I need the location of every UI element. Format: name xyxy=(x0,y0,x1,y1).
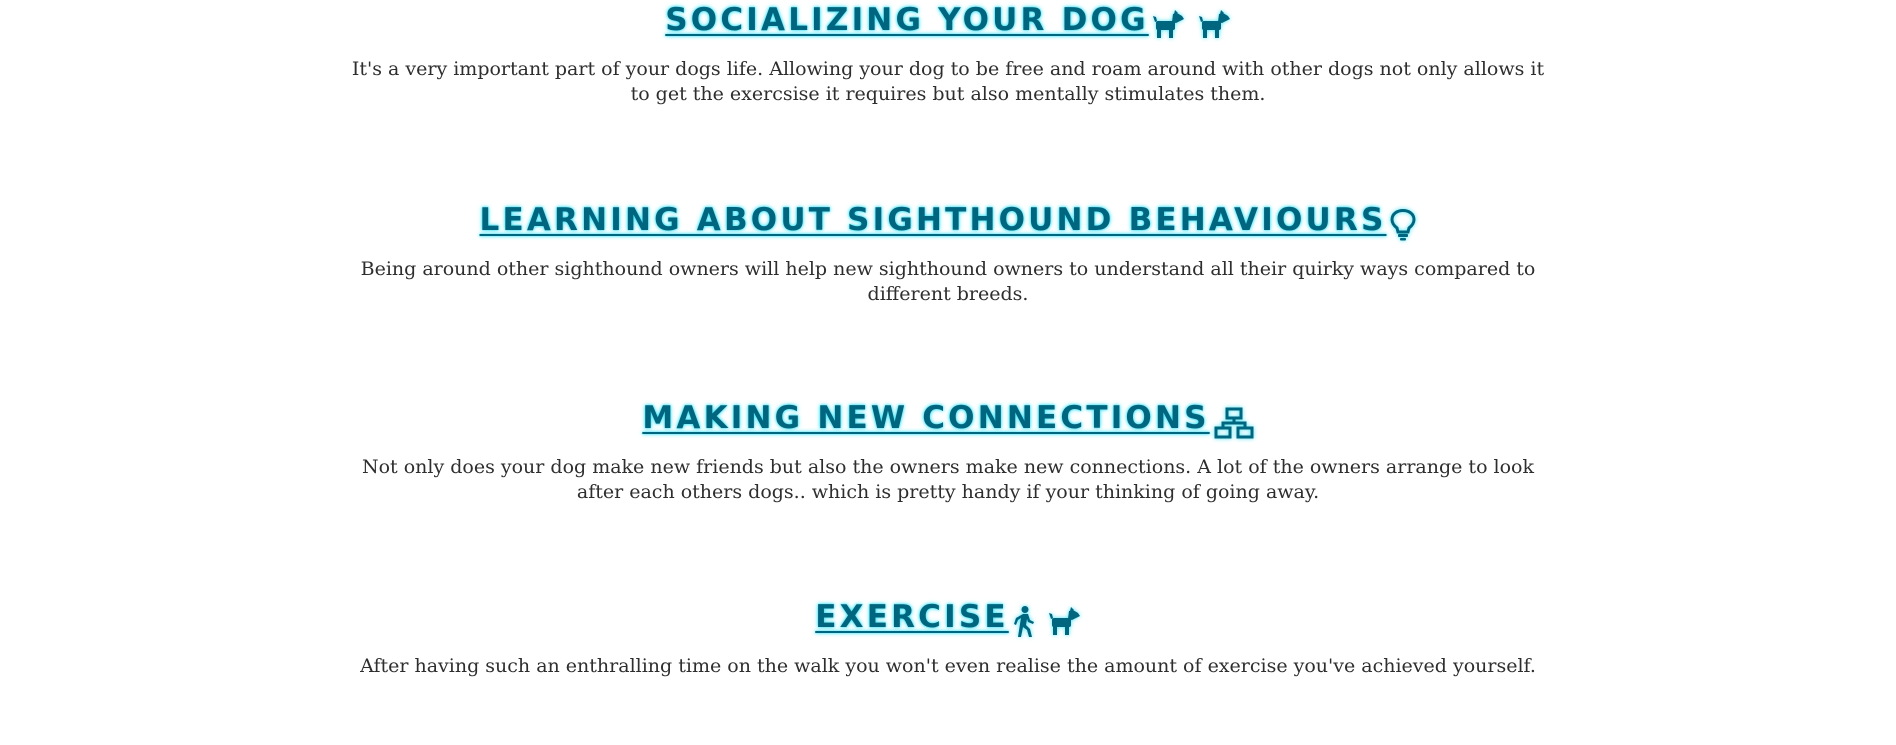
walking-person-icon xyxy=(1013,605,1034,637)
section-heading: SOCIALIZING YOUR DOG xyxy=(0,0,1896,43)
section-sighthound-behaviours: LEARNING ABOUT SIGHTHOUND BEHAVIOURS Bei… xyxy=(0,200,1896,307)
section-heading: LEARNING ABOUT SIGHTHOUND BEHAVIOURS xyxy=(0,200,1896,243)
section-heading: EXERCISE xyxy=(0,597,1896,640)
dog-icon xyxy=(1198,9,1230,38)
section-body: Not only does your dog make new friends … xyxy=(361,456,1535,503)
network-icon xyxy=(1214,407,1254,438)
dog-icon xyxy=(1152,9,1184,38)
section-body: It's a very important part of your dogs … xyxy=(351,58,1545,105)
heading-icons xyxy=(1390,203,1416,243)
section-new-connections: MAKING NEW CONNECTIONS Not only does you… xyxy=(0,398,1896,505)
lightbulb-icon xyxy=(1390,208,1416,240)
heading-icons xyxy=(1214,401,1254,441)
page: SOCIALIZING YOUR DOG It's a very importa… xyxy=(0,0,1896,745)
section-body: After having such an enthralling time on… xyxy=(360,655,1536,677)
heading-icons xyxy=(1152,3,1231,43)
section-title: SOCIALIZING YOUR DOG xyxy=(665,2,1149,38)
dog-icon xyxy=(1048,606,1080,635)
section-body: Being around other sighthound owners wil… xyxy=(360,258,1536,305)
section-title: MAKING NEW CONNECTIONS xyxy=(642,400,1210,436)
section-title: LEARNING ABOUT SIGHTHOUND BEHAVIOURS xyxy=(479,202,1387,238)
section-exercise: EXERCISE After having such an enthrallin… xyxy=(0,597,1896,679)
section-heading: MAKING NEW CONNECTIONS xyxy=(0,398,1896,441)
heading-icons xyxy=(1013,600,1081,640)
section-socializing: SOCIALIZING YOUR DOG It's a very importa… xyxy=(0,0,1896,107)
section-title: EXERCISE xyxy=(815,599,1009,635)
